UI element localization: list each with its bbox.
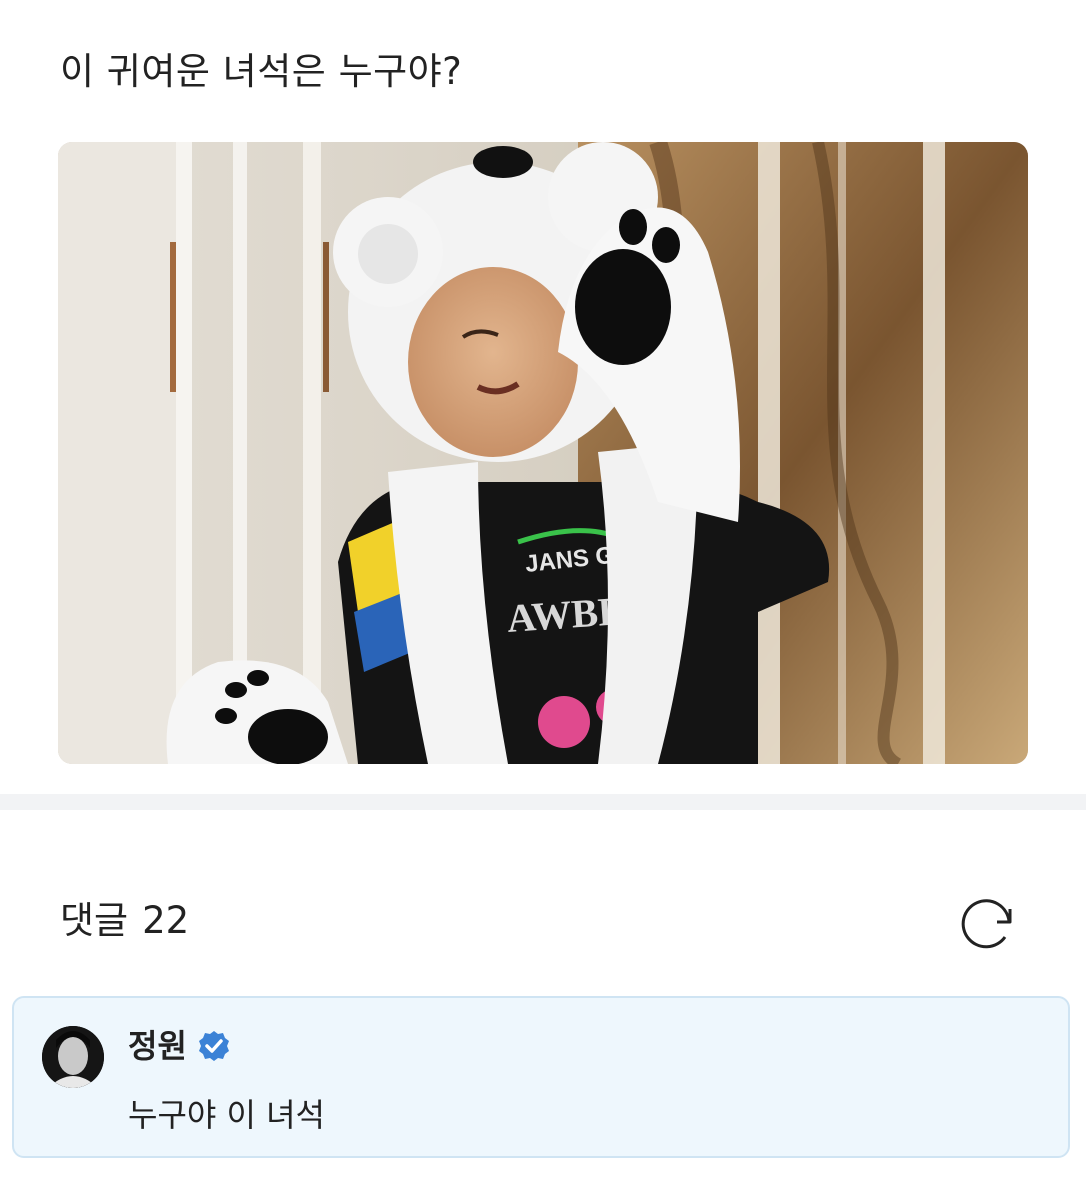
comment-text: 누구야 이 녀석 xyxy=(128,1096,325,1134)
comments-count: 22 xyxy=(142,899,190,942)
avatar[interactable] xyxy=(42,1026,104,1088)
comments-header: 댓글 22 xyxy=(60,896,189,946)
verified-badge-icon xyxy=(198,1031,229,1061)
section-divider xyxy=(0,794,1086,810)
comments-label: 댓글 xyxy=(60,899,129,942)
comment-author-name[interactable]: 정원 xyxy=(128,1026,187,1066)
refresh-button[interactable] xyxy=(955,893,1019,957)
comment-card[interactable]: 정원 누구야 이 녀석 xyxy=(12,996,1070,1158)
refresh-icon xyxy=(961,899,1012,949)
child-in-bear-hat-image: JANS GRET AWBE xyxy=(58,142,1028,764)
comment-author-row: 정원 xyxy=(128,1026,231,1066)
post-text: 이 귀여운 녀석은 누구야? xyxy=(60,50,463,93)
avatar-image xyxy=(42,1026,104,1088)
post-photo[interactable]: JANS GRET AWBE xyxy=(58,142,1028,764)
